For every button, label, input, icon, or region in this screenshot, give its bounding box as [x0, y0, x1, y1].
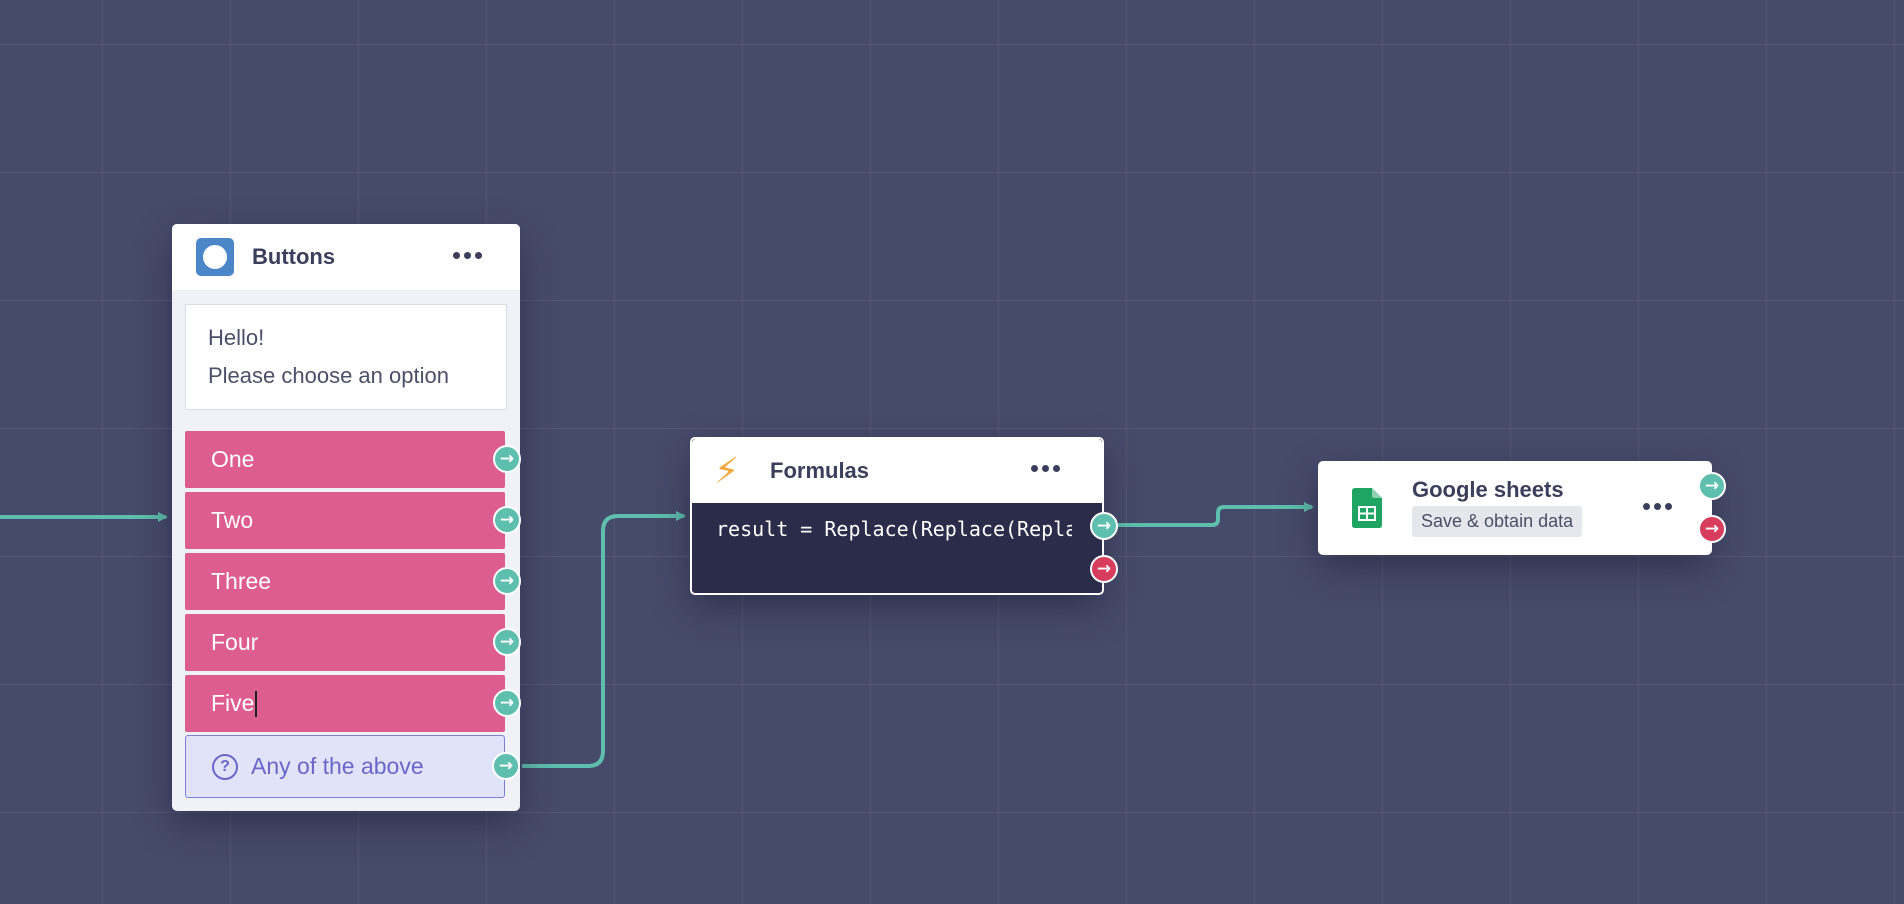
google-sheets-node[interactable]: Google sheets Save & obtain data → →: [1318, 461, 1726, 555]
choice-button-five[interactable]: Five →: [185, 675, 521, 732]
buttons-node[interactable]: Buttons Hello! Please choose an option O…: [172, 224, 521, 811]
formulas-node-title: Formulas: [770, 458, 870, 483]
arrow-right-icon: →: [499, 570, 515, 591]
arrow-right-icon: →: [499, 509, 515, 530]
choice-button-one[interactable]: One →: [185, 431, 521, 488]
choice-label: One: [211, 446, 255, 472]
formulas-error-port[interactable]: →: [1090, 555, 1118, 583]
arrow-right-icon: →: [1704, 518, 1720, 539]
google-sheets-icon: [1352, 488, 1382, 528]
text-cursor: [255, 690, 257, 717]
buttons-more-options-button[interactable]: [449, 246, 486, 265]
formulas-node-header[interactable]: ⚡ Formulas: [692, 439, 1102, 503]
formula-code[interactable]: result = Replace(Replace(Replace(: [692, 503, 1072, 541]
arrow-right-icon: →: [499, 631, 515, 652]
choice-button-two[interactable]: Two →: [185, 492, 521, 549]
choice-one-output-port[interactable]: →: [493, 445, 521, 473]
message-line: Please choose an option: [208, 363, 449, 388]
arrow-right-icon: →: [499, 448, 515, 469]
lightning-bolt-icon: ⚡: [714, 450, 740, 491]
arrow-right-icon: →: [498, 755, 514, 776]
arrow-right-icon: →: [499, 692, 515, 713]
buttons-node-header[interactable]: Buttons: [172, 224, 520, 290]
sheets-success-port[interactable]: →: [1698, 472, 1726, 500]
fallback-choice-any-of-the-above[interactable]: ? Any of the above →: [185, 735, 520, 798]
fallback-output-port[interactable]: →: [492, 752, 520, 780]
formulas-more-options-button[interactable]: [1027, 459, 1064, 478]
buttons-app-icon: [196, 238, 234, 276]
message-line: Hello!: [208, 325, 265, 350]
google-sheets-node-title: Google sheets: [1412, 477, 1564, 502]
message-box[interactable]: Hello! Please choose an option: [185, 304, 507, 410]
connection-formulas-to-sheets: [1118, 502, 1314, 527]
arrow-right-icon: →: [1704, 475, 1720, 496]
formulas-node[interactable]: ⚡ Formulas result = Replace(Replace(Repl…: [690, 437, 1118, 595]
choice-label: Two: [211, 507, 254, 533]
choice-button-three[interactable]: Three →: [185, 553, 521, 610]
choice-four-output-port[interactable]: →: [493, 628, 521, 656]
fallback-label: Any of the above: [251, 753, 424, 779]
buttons-node-title: Buttons: [252, 244, 336, 269]
choice-three-output-port[interactable]: →: [493, 567, 521, 595]
choice-label: Four: [211, 629, 259, 655]
choice-label: Three: [211, 568, 272, 594]
sheets-more-options-button[interactable]: [1639, 497, 1676, 516]
arrow-right-icon: →: [1096, 558, 1112, 579]
choice-five-output-port[interactable]: →: [493, 689, 521, 717]
sheets-error-port[interactable]: →: [1698, 515, 1726, 543]
choice-two-output-port[interactable]: →: [493, 506, 521, 534]
question-circle-icon: ?: [212, 753, 238, 780]
sheets-action-badge: Save & obtain data: [1412, 506, 1583, 537]
connection-buttons-to-formulas: [522, 511, 686, 768]
formulas-success-port[interactable]: →: [1090, 512, 1118, 540]
choice-button-four[interactable]: Four →: [185, 614, 521, 671]
arrow-right-icon: →: [1096, 515, 1112, 536]
choice-label[interactable]: Five: [211, 690, 254, 717]
